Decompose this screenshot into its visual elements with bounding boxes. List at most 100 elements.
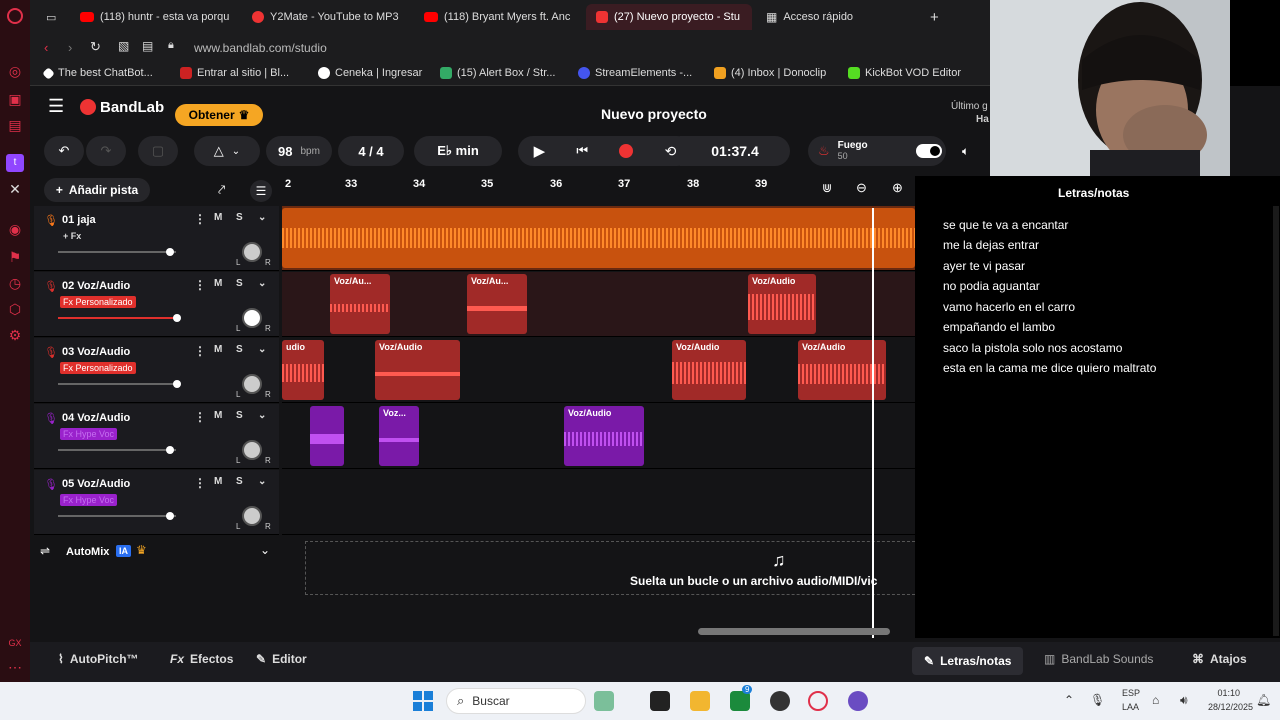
bandlab-sounds-button[interactable]: ▥ BandLab Sounds [1044, 652, 1153, 666]
chevron-down-icon[interactable]: ⌄ [258, 212, 266, 223]
volume-icon[interactable]: 🔈︎ [962, 144, 969, 159]
mute-button[interactable]: M [214, 344, 222, 355]
fx-button[interactable]: Fx Hype Voc [60, 428, 118, 440]
microphone-icon[interactable]: 🎙︎ [1090, 693, 1105, 707]
drop-zone[interactable]: ♫ Suelta un bucle o un archivo audio/MID… [305, 541, 915, 595]
aria-icon[interactable]: ◎ [6, 62, 24, 80]
track-menu-icon[interactable]: ⋮ [194, 476, 206, 490]
track-header-2[interactable]: 🎙︎ 02 Voz/Audio Fx Personalizado ⋮ M S ⌄… [34, 272, 279, 337]
audio-clip[interactable] [282, 208, 915, 268]
bookmark-kickbot[interactable]: KickBot VOD Editor [848, 67, 961, 79]
clock-date[interactable]: 28/12/2025 [1208, 702, 1253, 712]
time-signature[interactable]: 4 / 4 [338, 136, 404, 166]
volume-slider[interactable] [58, 314, 181, 322]
track-lane-4[interactable]: Voz... Voz/Audio [282, 404, 915, 469]
timeline-ruler[interactable]: 2 33 34 35 36 37 38 39 [283, 176, 813, 206]
x-icon[interactable]: ✕ [6, 180, 24, 198]
discord-icon[interactable] [848, 691, 868, 711]
extensions-icon[interactable]: ⬡ [6, 300, 24, 318]
chevron-down-icon[interactable]: ⌄ [258, 344, 266, 355]
autopitch-button[interactable]: ⌇ AutoPitch™ [58, 652, 139, 666]
audio-clip[interactable]: udio [282, 340, 324, 400]
mute-button[interactable]: M [214, 212, 222, 223]
track-header-3[interactable]: 🎙︎ 03 Voz/Audio Fx Personalizado ⋮ M S ⌄… [34, 338, 279, 403]
track-lane-3[interactable]: udio Voz/Audio Voz/Audio Voz/Audio [282, 338, 915, 403]
chevron-down-icon[interactable]: ⌄ [260, 543, 270, 557]
volume-slider[interactable] [58, 248, 176, 256]
pan-knob[interactable] [242, 308, 262, 328]
chevron-down-icon[interactable]: ⌄ [258, 410, 266, 421]
project-title[interactable]: Nuevo proyecto [601, 106, 707, 122]
reload-icon[interactable]: ↻ [90, 39, 101, 55]
terminal-icon[interactable] [650, 691, 670, 711]
clock-time[interactable]: 01:10 [1210, 688, 1240, 698]
track-lane-2[interactable]: Voz/Au... Voz/Au... Voz/Audio [282, 272, 915, 337]
history-icon[interactable]: ◷ [6, 274, 24, 292]
mute-button[interactable]: M [214, 278, 222, 289]
playhead[interactable] [872, 208, 874, 638]
mute-button[interactable]: M [214, 410, 222, 421]
track-name[interactable]: 05 Voz/Audio [62, 478, 130, 490]
shortcuts-button[interactable]: ⌘ Atajos [1192, 652, 1247, 666]
audio-clip[interactable] [310, 406, 344, 466]
volume-slider[interactable] [58, 380, 181, 388]
tab-y2mate[interactable]: Y2Mate - YouTube to MP3 [242, 4, 414, 30]
url-field[interactable]: www.bandlab.com/studio [194, 41, 327, 55]
lyrics-button[interactable]: ✎ Letras/notas [912, 647, 1024, 675]
new-tab-button[interactable]: + [920, 4, 950, 30]
solo-button[interactable]: S [236, 212, 243, 223]
fuego-toggle[interactable] [916, 144, 942, 158]
track-menu-icon[interactable]: ⋮ [194, 212, 206, 226]
track-header-1[interactable]: 🎙︎ 01 jaja + Fx ⋮ M S ⌄ L R [34, 206, 279, 271]
play-icon[interactable]: ▶ [534, 142, 546, 160]
bookmark-ceneka[interactable]: Ceneka | Ingresar [318, 67, 422, 79]
undo-button[interactable]: ↶ [44, 136, 84, 166]
chevron-up-icon[interactable]: ⌃ [1064, 693, 1074, 707]
back-icon[interactable]: ‹ [44, 40, 48, 55]
bookmark-streamelements[interactable]: StreamElements -... [578, 67, 692, 79]
track-lane-1[interactable] [282, 206, 915, 271]
zoom-out-icon[interactable]: ⊖ [856, 180, 867, 196]
solo-button[interactable]: S [236, 410, 243, 421]
print-icon[interactable]: ▤ [142, 39, 153, 53]
search-highlight-icon[interactable] [594, 691, 614, 711]
file-explorer-icon[interactable] [690, 691, 710, 711]
horizontal-scrollbar[interactable] [698, 628, 890, 635]
tab-huntr[interactable]: (118) huntr - esta va porqu [70, 4, 242, 30]
fx-button[interactable]: Fx Personalizado [60, 296, 136, 308]
keyboard-layout[interactable]: LAA [1122, 702, 1139, 712]
mute-button[interactable]: M [214, 476, 222, 487]
tab-bandlab-active[interactable]: (27) Nuevo proyecto - Stu [586, 4, 752, 30]
bookmark-donoclip[interactable]: (4) Inbox | Donoclip [714, 67, 826, 79]
bookmark-alert-box[interactable]: (15) Alert Box / Str... [440, 67, 555, 79]
steam-icon[interactable] [770, 691, 790, 711]
solo-button[interactable]: S [236, 278, 243, 289]
view-button[interactable]: ▢ [138, 136, 178, 166]
track-name[interactable]: 04 Voz/Audio [62, 412, 130, 424]
tab-quick-access[interactable]: ▦ Acceso rápido [756, 4, 916, 30]
network-icon[interactable]: ⌂ [1152, 693, 1159, 707]
workspace-icon[interactable]: ▣ [6, 90, 24, 108]
taskbar-search[interactable]: ⌕ Buscar [446, 688, 586, 714]
track-menu-icon[interactable]: ⋮ [194, 278, 206, 292]
more-icon[interactable]: ⋯ [6, 658, 24, 676]
track-name[interactable]: 02 Voz/Audio [62, 280, 130, 292]
editor-button[interactable]: ✎ Editor [256, 652, 307, 666]
solo-button[interactable]: S [236, 344, 243, 355]
skip-back-icon[interactable]: ⏮ [576, 143, 588, 159]
player-icon[interactable]: ◉ [6, 220, 24, 238]
fx-button[interactable]: + Fx [60, 230, 84, 242]
volume-icon[interactable]: 🔊︎ [1180, 693, 1188, 708]
fx-button[interactable]: Fx Hype Voc [60, 494, 118, 506]
redo-button[interactable]: ↷ [86, 136, 126, 166]
audio-clip[interactable]: Voz/Au... [330, 274, 390, 334]
windows-start-icon[interactable] [413, 691, 433, 711]
tab-menu-icon[interactable]: ▭ [36, 4, 66, 30]
settings-icon[interactable]: ⚙ [6, 326, 24, 344]
screenshot-icon[interactable]: ▧ [118, 39, 129, 53]
record-icon[interactable] [619, 144, 634, 158]
volume-slider[interactable] [58, 446, 176, 454]
language-code[interactable]: ESP [1122, 688, 1140, 698]
bookmark-entrar[interactable]: Entrar al sitio | Bl... [180, 67, 289, 79]
opera-logo-icon[interactable] [7, 8, 23, 24]
